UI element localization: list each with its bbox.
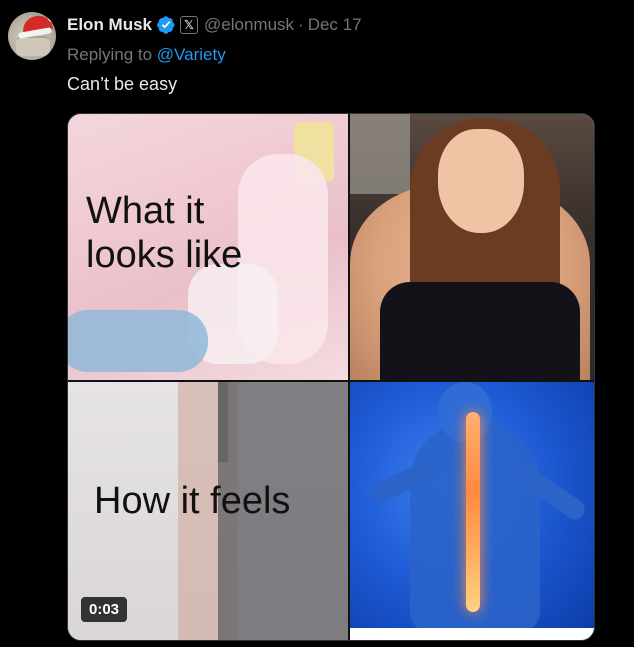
bag-strap — [218, 382, 228, 462]
santa-hat-pom — [48, 14, 56, 22]
panel-bottom-strip — [350, 628, 594, 640]
separator-dot: · — [298, 15, 304, 34]
verified-badge-icon — [157, 16, 175, 34]
meme-divider — [68, 380, 594, 382]
person-face — [438, 129, 524, 233]
meme-divider — [348, 114, 350, 640]
meme-caption-bottom: How it feels — [94, 480, 291, 522]
replying-to-label: Replying to — [67, 45, 153, 64]
anatomy-head — [438, 382, 492, 442]
avatar[interactable] — [8, 12, 56, 60]
author-name[interactable]: Elon Musk — [67, 15, 152, 35]
reply-mention-link[interactable]: @Variety — [157, 45, 226, 64]
meme-caption-top: What it looks like — [86, 190, 243, 276]
tweet-header: Elon Musk 𝕏 @elonmusk · Dec 17 — [67, 14, 362, 36]
tweet-video[interactable]: What it looks like How it feels 0:03 — [67, 113, 595, 641]
tweet-date[interactable]: Dec 17 — [308, 15, 362, 35]
glowing-spine-icon — [466, 412, 480, 612]
tweet-text: Can’t be easy — [67, 74, 178, 94]
author-handle[interactable]: @elonmusk — [204, 15, 294, 35]
avatar-face — [16, 36, 50, 56]
replying-to: Replying to @Variety — [67, 45, 226, 65]
background-crowd — [350, 114, 410, 194]
meme-panel-bottom-right — [350, 382, 594, 640]
background-pillow — [68, 310, 208, 372]
x-affiliate-badge-icon: 𝕏 — [180, 16, 199, 34]
meme-panel-top-right — [350, 114, 594, 380]
video-duration-badge: 0:03 — [81, 597, 128, 622]
person-top — [380, 282, 580, 380]
